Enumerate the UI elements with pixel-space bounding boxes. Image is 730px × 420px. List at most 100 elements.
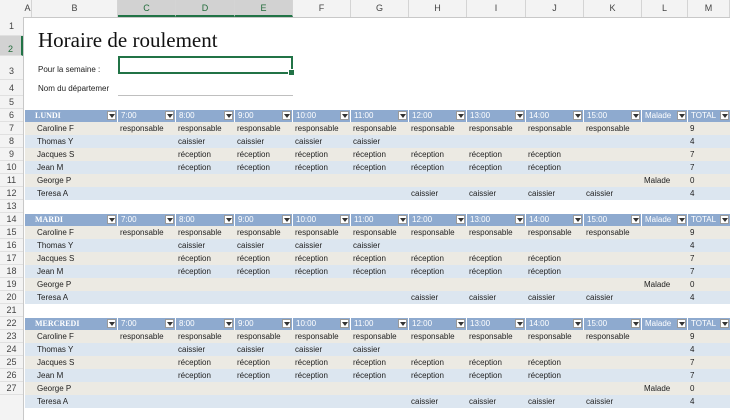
row-header-25[interactable]: 25 xyxy=(0,356,23,369)
filter-dropdown-icon[interactable] xyxy=(165,215,174,224)
shift-cell[interactable]: réception xyxy=(295,161,328,174)
filter-dropdown-icon[interactable] xyxy=(398,319,407,328)
time-header[interactable]: 13:00 xyxy=(467,318,525,330)
time-header[interactable]: 9:00 xyxy=(235,318,292,330)
total-cell[interactable]: 7 xyxy=(690,265,694,278)
row-header-16[interactable]: 16 xyxy=(0,239,23,252)
row-header-7[interactable]: 7 xyxy=(0,122,23,135)
row-header-21[interactable]: 21 xyxy=(0,304,23,317)
employee-name[interactable]: Caroline F xyxy=(25,226,130,239)
row-header-4[interactable]: 4 xyxy=(0,80,23,96)
shift-cell[interactable]: responsable xyxy=(295,122,339,135)
shift-cell[interactable]: réception xyxy=(528,369,561,382)
column-header-i[interactable]: I xyxy=(467,0,526,17)
shift-cell[interactable]: réception xyxy=(295,252,328,265)
shift-cell[interactable]: réception xyxy=(353,369,386,382)
filter-dropdown-icon[interactable] xyxy=(456,319,465,328)
row-header-10[interactable]: 10 xyxy=(0,161,23,174)
sick-cell[interactable]: Malade xyxy=(644,278,670,291)
total-cell[interactable]: 7 xyxy=(690,252,694,265)
total-cell[interactable]: 7 xyxy=(690,148,694,161)
employee-name[interactable]: George P xyxy=(25,278,130,291)
time-header[interactable]: 14:00 xyxy=(526,318,583,330)
filter-dropdown-icon[interactable] xyxy=(677,319,686,328)
shift-cell[interactable]: responsable xyxy=(353,122,397,135)
total-header[interactable]: TOTAL xyxy=(688,110,730,122)
time-header[interactable]: 7:00 xyxy=(118,214,175,226)
employee-name[interactable]: Thomas Y xyxy=(25,135,130,148)
filter-dropdown-icon[interactable] xyxy=(720,215,729,224)
shift-cell[interactable]: responsable xyxy=(120,122,164,135)
employee-name[interactable]: Jacques S xyxy=(25,252,130,265)
filter-dropdown-icon[interactable] xyxy=(515,215,524,224)
shift-cell[interactable]: caissier xyxy=(295,239,322,252)
shift-cell[interactable]: caissier xyxy=(586,395,613,408)
row-header-14[interactable]: 14 xyxy=(0,213,23,226)
row-header-9[interactable]: 9 xyxy=(0,148,23,161)
row-header-17[interactable]: 17 xyxy=(0,252,23,265)
shift-cell[interactable]: responsable xyxy=(353,226,397,239)
shift-cell[interactable]: réception xyxy=(411,252,444,265)
shift-cell[interactable]: caissier xyxy=(528,187,555,200)
employee-name[interactable]: Thomas Y xyxy=(25,239,130,252)
shift-cell[interactable]: responsable xyxy=(528,226,572,239)
filter-dropdown-icon[interactable] xyxy=(573,215,582,224)
employee-name[interactable]: Jean M xyxy=(25,161,130,174)
shift-cell[interactable]: réception xyxy=(237,161,270,174)
shift-cell[interactable]: caissier xyxy=(353,135,380,148)
shift-cell[interactable]: réception xyxy=(178,265,211,278)
shift-cell[interactable]: responsable xyxy=(586,122,630,135)
shift-cell[interactable]: réception xyxy=(353,265,386,278)
shift-cell[interactable]: caissier xyxy=(586,187,613,200)
shift-cell[interactable]: caissier xyxy=(528,291,555,304)
shift-cell[interactable]: responsable xyxy=(178,330,222,343)
row-header-26[interactable]: 26 xyxy=(0,369,23,382)
column-header-d[interactable]: D xyxy=(176,0,235,17)
shift-cell[interactable]: responsable xyxy=(120,226,164,239)
shift-cell[interactable]: réception xyxy=(295,369,328,382)
shift-cell[interactable]: caissier xyxy=(469,291,496,304)
employee-name[interactable]: Teresa A xyxy=(25,395,130,408)
shift-cell[interactable]: responsable xyxy=(178,226,222,239)
time-header[interactable]: 9:00 xyxy=(235,110,292,122)
shift-cell[interactable]: réception xyxy=(295,356,328,369)
column-header-l[interactable]: L xyxy=(642,0,688,17)
day-header-mardi[interactable]: MARDI xyxy=(25,214,117,226)
time-header[interactable]: 15:00 xyxy=(584,214,641,226)
shift-cell[interactable]: responsable xyxy=(295,226,339,239)
time-header[interactable]: 12:00 xyxy=(409,318,466,330)
shift-cell[interactable]: responsable xyxy=(178,122,222,135)
shift-cell[interactable]: réception xyxy=(528,148,561,161)
sick-cell[interactable]: Malade xyxy=(644,382,670,395)
row-header-19[interactable]: 19 xyxy=(0,278,23,291)
employee-name[interactable]: Jean M xyxy=(25,369,130,382)
row-header-1[interactable]: 1 xyxy=(0,17,23,36)
shift-cell[interactable]: responsable xyxy=(469,122,513,135)
shift-cell[interactable]: réception xyxy=(411,148,444,161)
time-header[interactable]: 14:00 xyxy=(526,110,583,122)
shift-cell[interactable]: caissier xyxy=(469,395,496,408)
shift-cell[interactable]: responsable xyxy=(586,330,630,343)
employee-name[interactable]: Caroline F xyxy=(25,330,130,343)
shift-cell[interactable]: responsable xyxy=(237,330,281,343)
employee-name[interactable]: George P xyxy=(25,174,130,187)
total-cell[interactable]: 4 xyxy=(690,187,694,200)
shift-cell[interactable]: réception xyxy=(528,265,561,278)
shift-cell[interactable]: caissier xyxy=(411,395,438,408)
row-header-8[interactable]: 8 xyxy=(0,135,23,148)
time-header[interactable]: 7:00 xyxy=(118,318,175,330)
filter-dropdown-icon[interactable] xyxy=(456,215,465,224)
shift-cell[interactable]: responsable xyxy=(411,226,455,239)
shift-cell[interactable]: réception xyxy=(178,252,211,265)
row-header-15[interactable]: 15 xyxy=(0,226,23,239)
shift-cell[interactable]: responsable xyxy=(411,330,455,343)
row-header-5[interactable]: 5 xyxy=(0,96,23,109)
shift-cell[interactable]: réception xyxy=(528,356,561,369)
employee-name[interactable]: Jacques S xyxy=(25,356,130,369)
employee-name[interactable]: Jacques S xyxy=(25,148,130,161)
filter-dropdown-icon[interactable] xyxy=(573,111,582,120)
filter-dropdown-icon[interactable] xyxy=(398,111,407,120)
shift-cell[interactable]: réception xyxy=(469,369,502,382)
filter-dropdown-icon[interactable] xyxy=(677,111,686,120)
column-header-k[interactable]: K xyxy=(584,0,642,17)
